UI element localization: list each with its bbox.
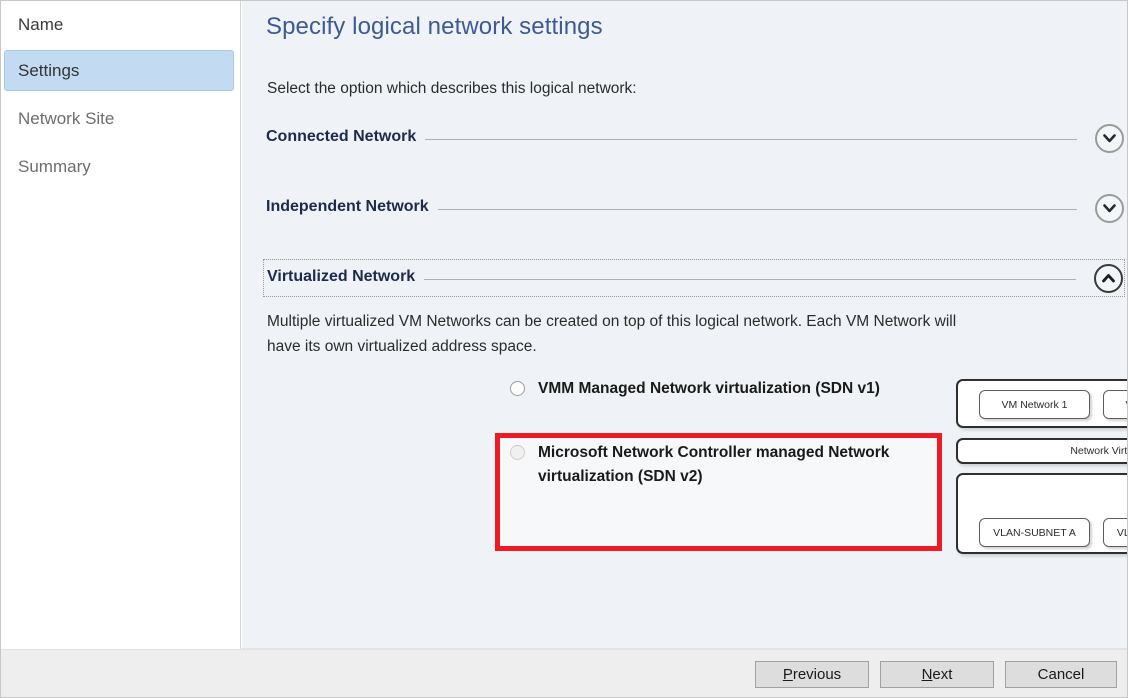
diagram-chip-vm-network-2: VM Network 2 [1103, 390, 1127, 419]
diagram-network-virtualization-layer: Network Virtualization [956, 438, 1128, 464]
wizard-step-sidebar: Name Settings Network Site Summary [1, 1, 241, 649]
radio-option-sdn-v1[interactable]: VMM Managed Network virtualization (SDN … [510, 377, 940, 401]
diagram-chip-vm-network-1: VM Network 1 [979, 390, 1090, 419]
sidebar-item-summary[interactable]: Summary [4, 146, 234, 187]
sidebar-item-label: Settings [18, 60, 80, 80]
section-header-label: Connected Network [266, 128, 426, 146]
button-label: Cancel [1037, 666, 1085, 683]
chevron-down-icon[interactable] [1095, 194, 1124, 223]
radio-button-icon[interactable] [510, 381, 525, 396]
sidebar-item-name[interactable]: Name [4, 4, 234, 45]
sidebar-item-label: Summary [18, 156, 91, 176]
radio-option-sdn-v2[interactable]: Microsoft Network Controller managed Net… [510, 441, 930, 489]
page-title: Specify logical network settings [266, 13, 603, 40]
next-button[interactable]: Next [880, 661, 994, 688]
button-label: Previous [783, 666, 841, 683]
wizard-content-panel: Specify logical network settings Select … [242, 1, 1128, 649]
section-header-label: Virtualized Network [267, 268, 425, 286]
section-independent-network[interactable]: Independent Network [263, 190, 1125, 228]
dialog-footer: Previous Next Cancel [1, 649, 1127, 697]
section-header-label: Independent Network [266, 198, 438, 216]
virtualized-network-description: Multiple virtualized VM Networks can be … [267, 313, 957, 355]
previous-button[interactable]: Previous [755, 661, 869, 688]
accel-char: N [921, 666, 933, 683]
sidebar-item-network-site[interactable]: Network Site [4, 98, 234, 139]
diagram-network-virtualization-label: Network Virtualization [1070, 445, 1128, 457]
radio-option-label: Microsoft Network Controller managed Net… [538, 444, 890, 485]
diagram-chip-vlan-subnet-a: VLAN-SUBNET A [979, 518, 1090, 547]
wizard-dialog: Name Settings Network Site Summary Speci… [0, 0, 1128, 698]
sidebar-item-settings[interactable]: Settings [4, 50, 234, 91]
section-virtualized-network[interactable]: Virtualized Network [263, 259, 1125, 297]
network-virtualization-diagram: VM Network 1 VM Network 2 ... Network Vi… [956, 379, 1128, 554]
radio-option-label: VMM Managed Network virtualization (SDN … [538, 380, 880, 397]
label-rest: ext [932, 666, 953, 683]
chevron-up-icon[interactable] [1094, 264, 1123, 293]
diagram-chip-vlan-subnet-b: VLAN-SUBNET B [1103, 518, 1127, 547]
sidebar-item-label: Network Site [18, 108, 115, 128]
section-connected-network[interactable]: Connected Network [263, 120, 1125, 158]
diagram-logical-network-layer: Logical Network VLAN-SUBNET A VLAN-SUBNE… [956, 473, 1127, 554]
page-subtitle: Select the option which describes this l… [267, 80, 637, 97]
accel-char: P [782, 666, 793, 683]
diagram-vm-network-layer: VM Network 1 VM Network 2 ... [956, 379, 1127, 428]
sidebar-item-label: Name [18, 14, 64, 34]
label-rest: revious [792, 666, 842, 683]
radio-button-icon[interactable] [510, 445, 525, 460]
chevron-down-icon[interactable] [1095, 124, 1124, 153]
cancel-button[interactable]: Cancel [1005, 661, 1117, 688]
button-label: Next [922, 666, 953, 683]
